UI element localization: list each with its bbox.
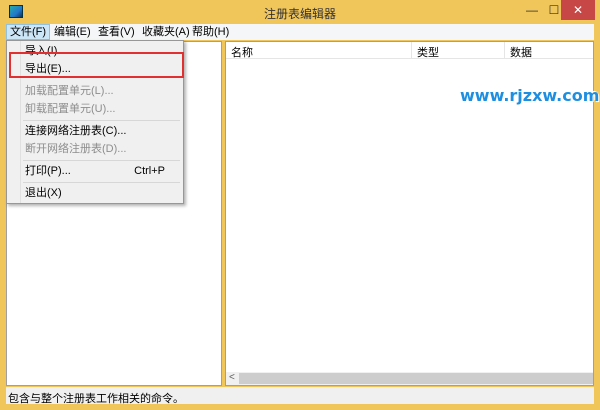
watermark: www.rjzxw.com — [460, 86, 600, 105]
menu-separator — [23, 160, 180, 161]
menu-item-connect-network-registry[interactable]: 连接网络注册表(C)... — [25, 122, 179, 140]
column-divider[interactable] — [411, 42, 412, 58]
print-label: 打印(P)... — [25, 165, 71, 177]
scrollbar-thumb[interactable] — [239, 373, 593, 384]
print-shortcut: Ctrl+P — [134, 165, 165, 177]
list-header: 名称 类型 数据 — [226, 42, 593, 59]
column-data[interactable]: 数据 — [510, 44, 532, 60]
column-divider[interactable] — [504, 42, 505, 58]
menu-help[interactable]: 帮助(H) — [189, 24, 232, 40]
menu-bar: 文件(F) 编辑(E) 查看(V) 收藏夹(A) 帮助(H) — [6, 24, 594, 40]
column-type[interactable]: 类型 — [417, 44, 439, 60]
status-bar: 包含与整个注册表工作相关的命令。 — [6, 387, 594, 405]
menu-favorites[interactable]: 收藏夹(A) — [139, 24, 193, 40]
window-title: 注册表编辑器 — [263, 7, 336, 21]
menu-item-unload-hive: 卸载配置单元(U)... — [25, 103, 116, 115]
menu-edit[interactable]: 编辑(E) — [51, 24, 94, 40]
menu-view[interactable]: 查看(V) — [95, 24, 138, 40]
minimize-button[interactable]: — — [521, 0, 543, 20]
scroll-left-icon[interactable]: < — [229, 372, 235, 383]
column-name[interactable]: 名称 — [231, 44, 253, 60]
menu-item-load-hive: 加载配置单元(L)... — [25, 85, 114, 97]
menu-item-disconnect-network-registry: 断开网络注册表(D)... — [25, 143, 127, 155]
close-button[interactable]: ✕ — [561, 0, 595, 20]
menu-file[interactable]: 文件(F) — [6, 24, 51, 40]
menu-item-exit[interactable]: 退出(X) — [25, 184, 179, 202]
menu-separator — [23, 182, 180, 183]
horizontal-scrollbar[interactable]: < — [226, 372, 593, 385]
highlight-box — [9, 52, 184, 78]
title-bar: 注册表编辑器 — ☐ ✕ — [0, 0, 600, 24]
menu-item-print[interactable]: 打印(P)... Ctrl+P — [25, 162, 179, 180]
menu-separator — [23, 120, 180, 121]
